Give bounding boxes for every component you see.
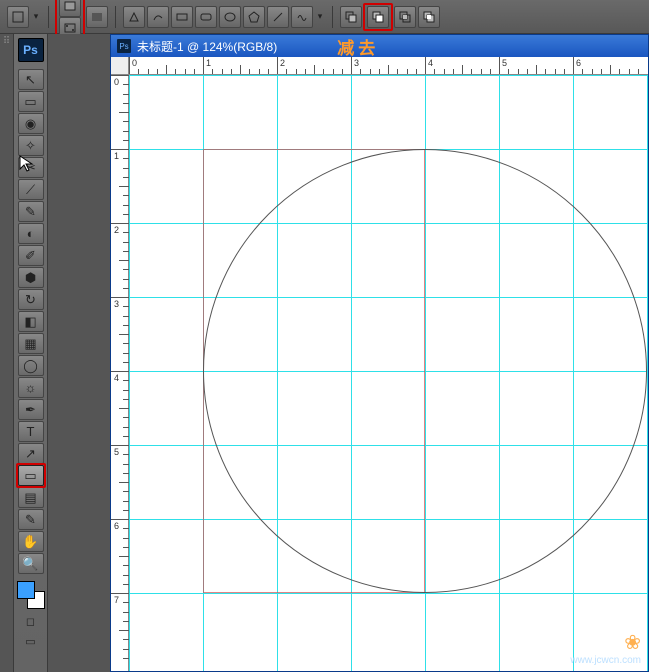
screen-mode-toggle[interactable]: ▭	[19, 633, 43, 649]
quick-mask-toggle[interactable]: ◻	[19, 613, 43, 629]
rounded-rect-shape-icon[interactable]	[195, 6, 217, 28]
ruler-h-label: 3	[354, 58, 359, 68]
ruler-v-label: 7	[114, 595, 119, 605]
separator	[332, 6, 333, 28]
line-shape-icon[interactable]	[267, 6, 289, 28]
ruler-h-label: 6	[576, 58, 581, 68]
dodge-tool[interactable]: ☼	[18, 377, 44, 398]
marquee-tool[interactable]: ▭	[18, 91, 44, 112]
custom-shape-dropdown[interactable]: ▾	[314, 6, 326, 28]
ellipse-shape-icon[interactable]	[219, 6, 241, 28]
vertical-ruler[interactable]: 0 1 2 3 4 5 6 7	[111, 75, 129, 671]
pen-tool[interactable]: ✒	[18, 399, 44, 420]
fill-pixels-mode-button[interactable]	[86, 6, 108, 28]
pen-tool-icon[interactable]	[123, 6, 145, 28]
ruler-v-label: 2	[114, 225, 119, 235]
eyedropper-tool[interactable]: ✎	[18, 201, 44, 222]
separator	[48, 6, 49, 28]
ruler-h-label: 4	[428, 58, 433, 68]
custom-shape-icon[interactable]	[291, 6, 313, 28]
ruler-v-label: 4	[114, 373, 119, 383]
ruler-h-label: 1	[206, 58, 211, 68]
gradient-tool[interactable]: ▦	[18, 333, 44, 354]
path-select-tool[interactable]: ↗	[18, 443, 44, 464]
blur-tool[interactable]: ◯	[18, 355, 44, 376]
palette-dock-strip[interactable]: ⠿	[0, 34, 14, 672]
shape-tool[interactable]: ▭	[18, 465, 44, 486]
workspace: ⠿ Ps ↖▭◉✧✂⟋✎◐✐⬢↻◧▦◯☼✒T↗▭▤✎✋🔍 ◻ ▭ Ps 未标题-…	[0, 34, 649, 672]
eraser-tool[interactable]: ◧	[18, 311, 44, 332]
path-subtract-button[interactable]	[367, 6, 389, 28]
guide-horizontal[interactable]	[129, 75, 648, 76]
history-brush-tool[interactable]: ↻	[18, 289, 44, 310]
path-intersect-button[interactable]	[394, 6, 416, 28]
brush-tool[interactable]: ✐	[18, 245, 44, 266]
path-add-button[interactable]	[340, 6, 362, 28]
magic-wand-tool[interactable]: ✧	[18, 135, 44, 156]
guide-horizontal[interactable]	[129, 593, 648, 594]
ruler-h-label: 5	[502, 58, 507, 68]
hand-tool[interactable]: ✋	[18, 531, 44, 552]
dock-grip-icon: ⠿	[0, 34, 13, 48]
options-bar: ▾ ▾	[0, 0, 649, 34]
polygon-shape-icon[interactable]	[243, 6, 265, 28]
ruler-v-label: 0	[114, 77, 119, 87]
color-swatches[interactable]	[17, 581, 45, 609]
shape-preset-dropdown[interactable]: ▾	[30, 6, 42, 28]
toolbox: Ps ↖▭◉✧✂⟋✎◐✐⬢↻◧▦◯☼✒T↗▭▤✎✋🔍 ◻ ▭	[14, 34, 48, 672]
separator	[115, 6, 116, 28]
zoom-tool[interactable]: 🔍	[18, 553, 44, 574]
document-body: 0 1 2 3 4 5 6 0 1 2 3 4 5 6 7	[111, 57, 648, 671]
horizontal-ruler[interactable]: 0 1 2 3 4 5 6	[129, 57, 648, 75]
shape-layers-mode-button[interactable]	[59, 0, 81, 17]
freeform-pen-icon[interactable]	[147, 6, 169, 28]
watermark: ❀ www.jcwcn.com	[570, 630, 641, 666]
ellipse-path[interactable]	[203, 149, 647, 593]
foreground-color-swatch[interactable]	[17, 581, 35, 599]
annotation-label: 减去	[337, 34, 379, 59]
canvas[interactable]	[129, 75, 648, 671]
healing-tool[interactable]: ◐	[18, 223, 44, 244]
ruler-h-label: 2	[280, 58, 285, 68]
ruler-v-label: 5	[114, 447, 119, 457]
document-title: 未标题-1 @ 124%(RGB/8)	[137, 38, 277, 55]
type-tool[interactable]: T	[18, 421, 44, 442]
shape-preset-button[interactable]	[7, 6, 29, 28]
move-tool[interactable]: ↖	[18, 69, 44, 90]
watermark-text: www.jcwcn.com	[570, 655, 641, 666]
guide-vertical[interactable]	[129, 75, 130, 671]
stamp-tool[interactable]: ⬢	[18, 267, 44, 288]
notes-tool[interactable]: ▤	[18, 487, 44, 508]
slice-tool[interactable]: ⟋	[18, 179, 44, 200]
ruler-h-label: 0	[132, 58, 137, 68]
path-subtract-highlight	[363, 3, 393, 31]
guide-vertical[interactable]	[647, 75, 648, 671]
rectangle-shape-icon[interactable]	[171, 6, 193, 28]
crop-tool[interactable]: ✂	[18, 157, 44, 178]
path-exclude-button[interactable]	[418, 6, 440, 28]
ruler-v-label: 1	[114, 151, 119, 161]
ruler-v-label: 6	[114, 521, 119, 531]
document-titlebar[interactable]: Ps 未标题-1 @ 124%(RGB/8) 减去	[111, 35, 648, 57]
app-badge: Ps	[18, 38, 44, 62]
ruler-v-label: 3	[114, 299, 119, 309]
document-window: Ps 未标题-1 @ 124%(RGB/8) 减去 0 1 2 3 4 5 6 0 1 2 3 4 5…	[110, 34, 649, 672]
lasso-tool[interactable]: ◉	[18, 113, 44, 134]
ps-doc-icon: Ps	[117, 39, 131, 53]
ruler-origin[interactable]	[111, 57, 129, 75]
workspace-gap	[48, 34, 110, 672]
eyedrop2-tool[interactable]: ✎	[18, 509, 44, 530]
watermark-wing-icon: ❀	[624, 632, 641, 654]
